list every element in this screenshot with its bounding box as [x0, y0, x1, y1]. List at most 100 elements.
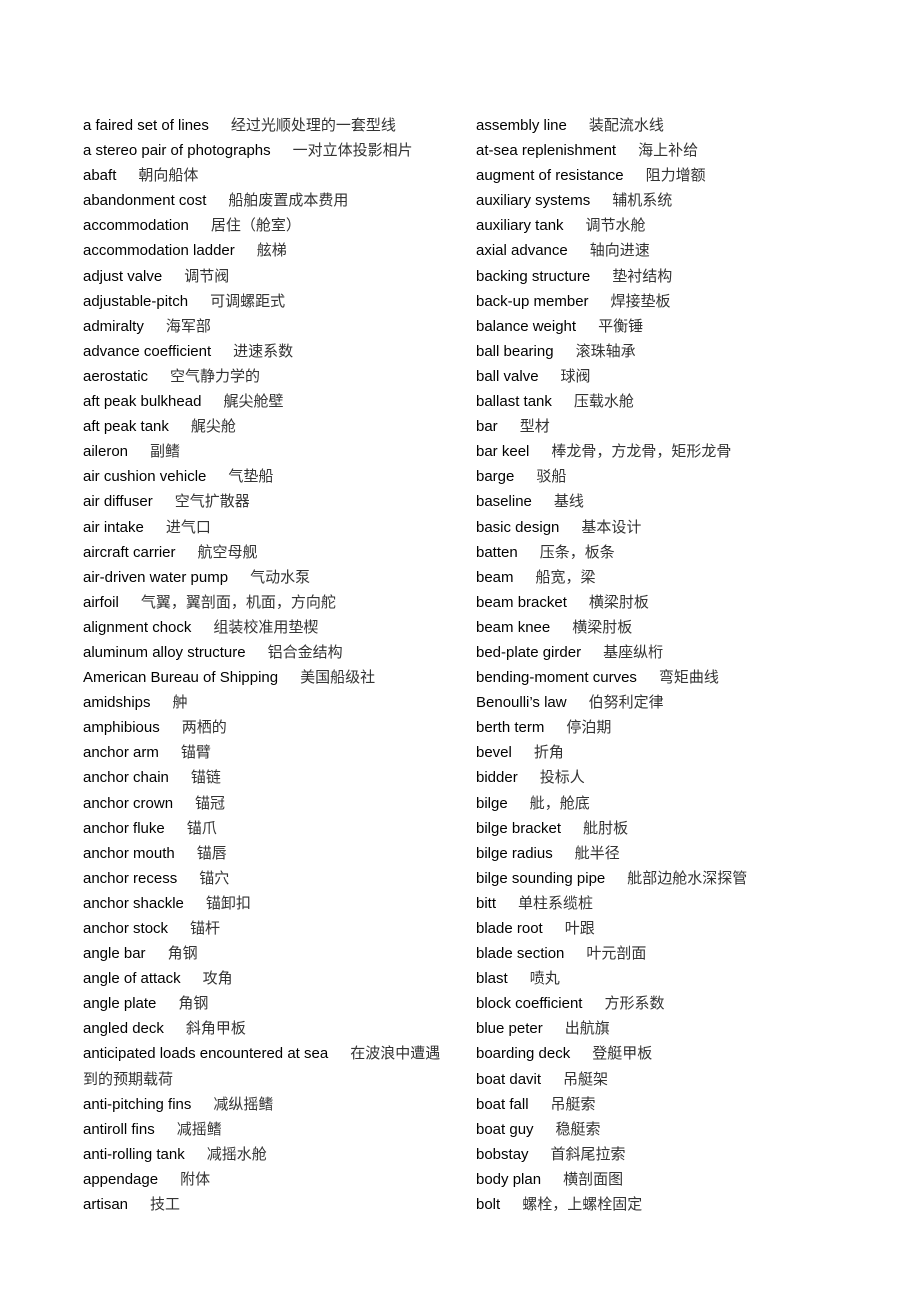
english-term: auxiliary tank: [476, 217, 564, 235]
english-term: bitt: [476, 894, 497, 912]
glossary-entry: amphibious 两栖的: [83, 715, 455, 740]
glossary-entry: boat davit 吊艇架: [476, 1067, 876, 1092]
chinese-translation: 喷丸: [529, 969, 560, 988]
glossary-entry: assembly line 装配流水线: [476, 113, 876, 138]
chinese-translation: 棒龙骨，方龙骨，矩形龙骨: [551, 442, 732, 461]
english-term: adjust valve: [83, 267, 163, 285]
english-term: bilge radius: [476, 844, 553, 862]
chinese-translation: 压载水舱: [573, 392, 634, 411]
english-term: aft peak bulkhead: [83, 393, 202, 411]
chinese-translation: 首斜尾拉索: [550, 1144, 626, 1163]
english-term: boat fall: [476, 1095, 529, 1113]
chinese-translation: 弯矩曲线: [658, 668, 719, 687]
chinese-translation: 投标人: [539, 768, 585, 787]
glossary-entry: adjust valve 调节阀: [83, 264, 455, 289]
english-term: anti-pitching fins: [83, 1095, 192, 1113]
glossary-entry: at-sea replenishment 海上补给: [476, 138, 876, 163]
english-term: augment of resistance: [476, 167, 624, 185]
glossary-entry: basic design 基本设计: [476, 515, 876, 540]
chinese-translation: 技工: [150, 1195, 181, 1214]
chinese-translation: 锚链: [190, 768, 221, 787]
glossary-entry: angled deck 斜角甲板: [83, 1016, 455, 1041]
english-term: at-sea replenishment: [476, 142, 617, 160]
chinese-translation: 伯努利定律: [588, 693, 664, 712]
english-term: boarding deck: [476, 1045, 571, 1063]
chinese-translation: 铝合金结构: [267, 642, 343, 661]
chinese-translation: 副鳍: [150, 442, 181, 461]
english-term: aircraft carrier: [83, 543, 176, 561]
english-term: back-up member: [476, 292, 589, 310]
chinese-translation: 出航旗: [564, 1019, 610, 1038]
english-term: anticipated loads encountered at sea: [83, 1045, 329, 1063]
chinese-translation: 船舶废置成本费用: [228, 191, 349, 210]
chinese-translation: 基座纵桁: [603, 642, 664, 661]
chinese-translation: 气垫船: [228, 467, 274, 486]
chinese-translation: 海上补给: [638, 141, 699, 160]
chinese-translation: 舭肘板: [583, 818, 629, 837]
chinese-translation: 叶跟: [564, 919, 595, 937]
glossary-right-column: assembly line 装配流水线 at-sea replenishment 海上…: [476, 113, 876, 1217]
glossary-entry: barge 驳船: [476, 464, 876, 489]
glossary-entry: Benoulli’s law 伯努利定律: [476, 690, 876, 715]
glossary-entry: bar keel 棒龙骨，方龙骨，矩形龙骨: [476, 439, 876, 464]
english-term: adjustable-pitch: [83, 292, 189, 310]
english-term: bar keel: [476, 443, 530, 461]
glossary-entry: angle of attack 攻角: [83, 966, 455, 991]
glossary-entry: adjustable-pitch 可调螺距式: [83, 289, 455, 314]
english-term: angle plate: [83, 995, 157, 1013]
glossary-entry: balance weight 平衡锤: [476, 314, 876, 339]
english-term: amidships: [83, 694, 151, 712]
glossary-entry: aft peak bulkhead 艉尖舱壁: [83, 389, 455, 414]
english-term: boat davit: [476, 1070, 542, 1088]
glossary-entry: baseline 基线: [476, 489, 876, 514]
glossary-entry: anchor recess 锚穴: [83, 866, 455, 891]
english-term: anchor arm: [83, 744, 159, 762]
chinese-translation: 锚臂: [180, 743, 211, 762]
chinese-translation: 海军部: [165, 316, 211, 335]
chinese-translation: 朝向船体: [138, 166, 199, 185]
english-term: bar: [476, 418, 498, 436]
glossary-entry: bobstay 首斜尾拉索: [476, 1142, 876, 1167]
chinese-translation: 艉尖舱: [190, 417, 236, 436]
glossary-entry: a faired set of lines 经过光顺处理的一套型线: [83, 113, 455, 138]
chinese-translation: 滚珠轴承: [575, 341, 636, 360]
english-term: basic design: [476, 518, 560, 536]
glossary-entry: bilge 舭，舱底: [476, 791, 876, 816]
glossary-entry: blade section 叶元剖面: [476, 941, 876, 966]
glossary-entry: berth term 停泊期: [476, 715, 876, 740]
chinese-translation: 单柱系缆桩: [518, 893, 594, 912]
chinese-translation: 航空母舰: [197, 542, 258, 561]
chinese-translation: 锚爪: [186, 818, 217, 837]
english-term: appendage: [83, 1170, 159, 1188]
english-term: bolt: [476, 1196, 501, 1214]
glossary-entry: aerostatic 空气静力学的: [83, 364, 455, 389]
glossary-left-column: a faired set of lines 经过光顺处理的一套型线 a stereo…: [83, 113, 455, 1217]
glossary-entry: bilge bracket 舭肘板: [476, 816, 876, 841]
chinese-translation: 压条，板条: [539, 542, 615, 561]
english-term: ball bearing: [476, 342, 554, 360]
glossary-entry: airfoil 气翼，翼剖面，机面，方向舵: [83, 590, 455, 615]
english-term: air diffuser: [83, 493, 153, 511]
english-term: advance coefficient: [83, 342, 212, 360]
chinese-translation: 基本设计: [581, 517, 642, 536]
chinese-translation: 横梁肘板: [572, 617, 633, 636]
glossary-entry: anchor stock 锚杆: [83, 916, 455, 941]
chinese-translation: 锚冠: [195, 793, 226, 812]
english-term: aileron: [83, 443, 129, 461]
english-term: bilge: [476, 794, 508, 812]
english-term: abaft: [83, 167, 117, 185]
english-term: anchor crown: [83, 794, 174, 812]
glossary-entry: anchor mouth 锚唇: [83, 841, 455, 866]
english-term: accommodation: [83, 217, 189, 235]
chinese-translation: 气动水泵: [250, 567, 311, 586]
english-term: anchor stock: [83, 920, 169, 937]
english-term: bobstay: [476, 1145, 529, 1163]
glossary-entry: blue peter 出航旗: [476, 1016, 876, 1041]
glossary-entry: advance coefficient 进速系数: [83, 339, 455, 364]
english-term: abandonment cost: [83, 192, 207, 210]
chinese-translation: 阻力增额: [645, 166, 706, 185]
english-term: anchor fluke: [83, 819, 165, 837]
glossary-entry: ballast tank 压载水舱: [476, 389, 876, 414]
chinese-translation: 舭半径: [574, 843, 620, 862]
glossary-entry: antiroll fins 减摇鳍: [83, 1117, 455, 1142]
